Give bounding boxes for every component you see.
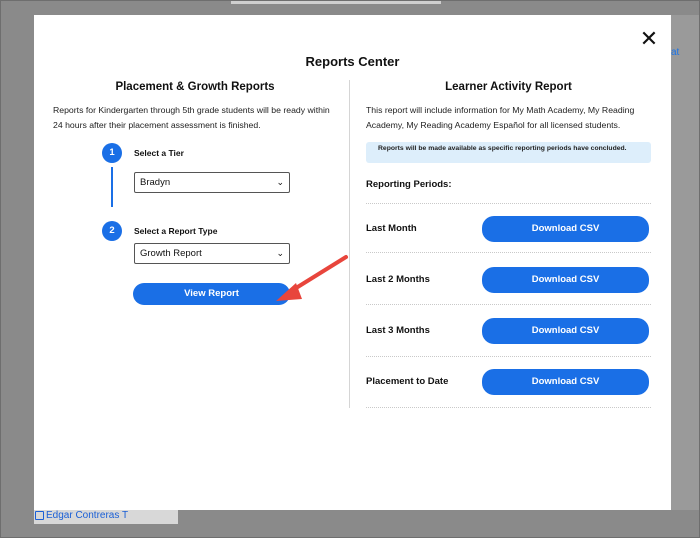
annotation-arrow-icon [276,255,348,301]
step-connector [111,167,113,207]
row-divider [366,356,651,357]
row-divider [366,203,651,204]
background-right-panel [671,15,699,515]
learner-activity-heading: Learner Activity Report [445,81,572,93]
background-top-bar [231,1,441,4]
background-user-link[interactable]: Edgar Contreras T [35,510,128,521]
period-last-2-months-label: Last 2 Months [366,274,430,285]
step-1-label: Select a Tier [134,148,184,158]
external-link-icon [35,511,44,520]
tier-select[interactable]: Bradyn ⌄ [134,172,290,193]
placement-growth-description: Reports for Kindergarten through 5th gra… [53,105,330,130]
row-divider [366,252,651,253]
step-2-badge: 2 [102,221,122,241]
reports-center-modal: ✕ Reports Center Placement & Growth Repo… [34,15,671,510]
placement-growth-heading: Placement & Growth Reports [115,81,275,93]
report-type-select[interactable]: Growth Report ⌄ [134,243,290,264]
availability-notice: Reports will be made available as specif… [366,142,651,163]
row-divider [366,407,651,408]
close-icon[interactable]: ✕ [639,28,659,50]
step-1-badge: 1 [102,143,122,163]
step-2-label: Select a Report Type [134,226,218,236]
period-last-month-label: Last Month [366,223,417,234]
column-divider [349,80,350,408]
download-csv-placement-to-date-button[interactable]: Download CSV [482,369,649,395]
download-csv-last-3-months-button[interactable]: Download CSV [482,318,649,344]
learner-activity-description: This report will include information for… [366,105,635,130]
reporting-periods-label: Reporting Periods: [366,179,452,190]
screenshot-frame: at Edgar Contreras T ✕ Reports Center Pl… [0,0,700,538]
chevron-down-icon: ⌄ [276,177,284,187]
report-type-select-value: Growth Report [140,248,202,259]
download-csv-last-month-button[interactable]: Download CSV [482,216,649,242]
background-right-link[interactable]: at [671,47,679,58]
modal-title: Reports Center [305,54,400,69]
period-placement-to-date-label: Placement to Date [366,376,449,387]
download-csv-last-2-months-button[interactable]: Download CSV [482,267,649,293]
background-user-link-label: Edgar Contreras T [46,510,129,521]
tier-select-value: Bradyn [140,177,171,188]
row-divider [366,304,651,305]
view-report-button[interactable]: View Report [133,283,290,305]
period-last-3-months-label: Last 3 Months [366,325,430,336]
